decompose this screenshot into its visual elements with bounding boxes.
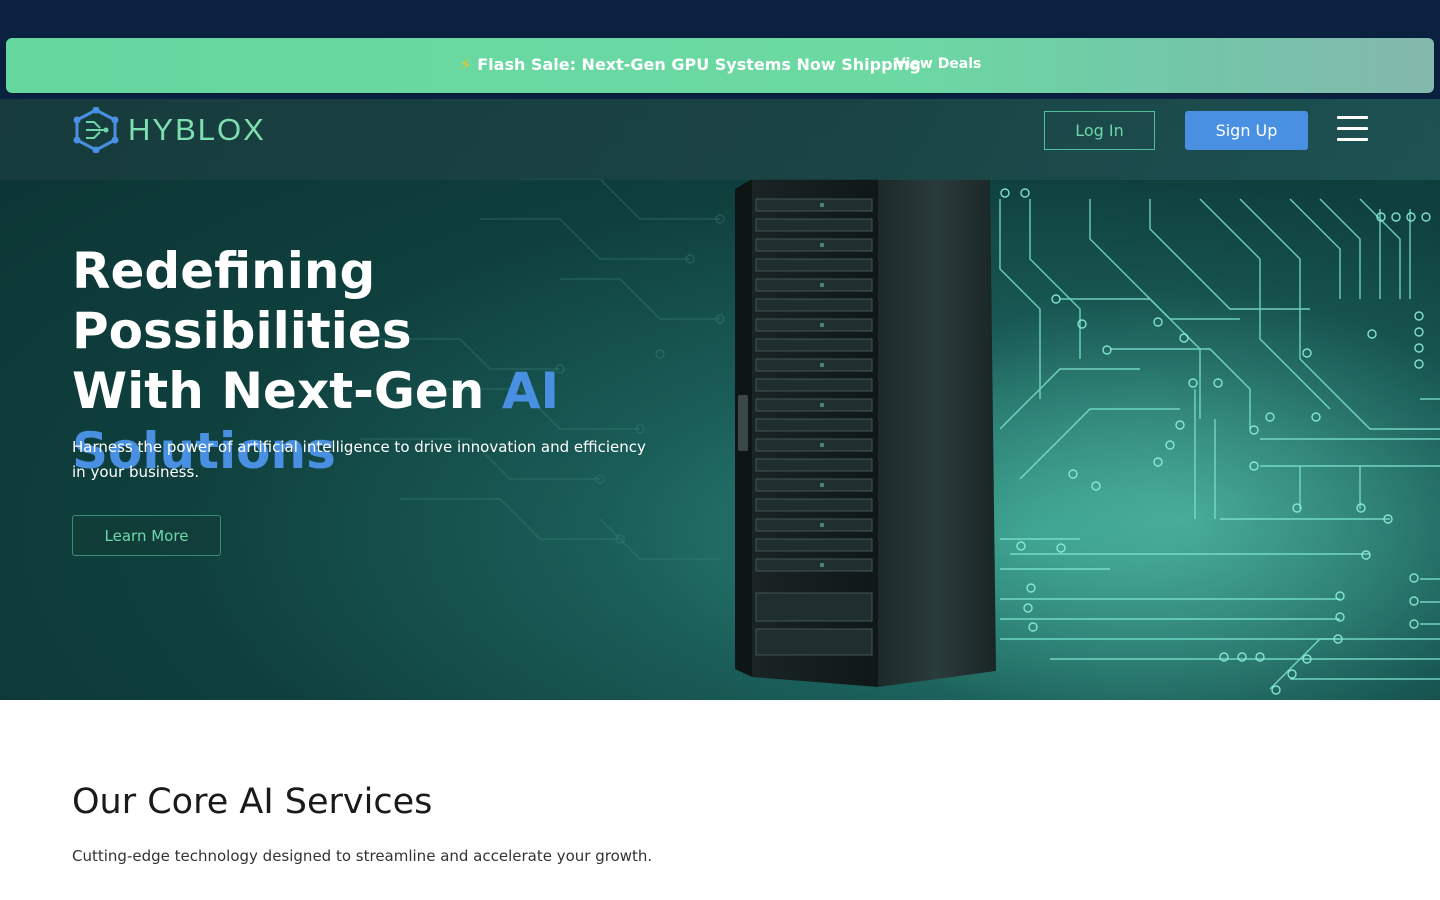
logo-text: HYBLOX	[128, 112, 266, 147]
server-rack-image	[735, 179, 996, 687]
promo-text: Flash Sale: Next-Gen GPU Systems Now Shi…	[477, 55, 921, 74]
login-button[interactable]: Log In	[1044, 111, 1155, 150]
promo-message: ⚡ Flash Sale: Next-Gen GPU Systems Now Sh…	[460, 55, 921, 74]
menu-bar-middle	[1337, 127, 1368, 130]
logo[interactable]: HYBLOX	[72, 107, 266, 153]
promo-banner: ⚡ Flash Sale: Next-Gen GPU Systems Now Sh…	[6, 38, 1434, 93]
menu-bar-top	[1337, 116, 1368, 119]
hamburger-menu-icon[interactable]	[1337, 116, 1368, 144]
hero-section: HYBLOX Log In Sign Up Redefining Possibi…	[0, 99, 1440, 700]
signup-button[interactable]: Sign Up	[1185, 111, 1308, 150]
learn-more-button[interactable]: Learn More	[72, 515, 221, 556]
headline-line-1: Redefining Possibilities	[72, 242, 412, 360]
headline-accent-ai: AI	[501, 362, 560, 420]
lightning-icon: ⚡	[460, 55, 472, 74]
headline-line-2: With Next-Gen	[72, 362, 485, 420]
hyblox-logo-icon	[73, 107, 119, 153]
menu-bar-bottom	[1337, 138, 1368, 141]
services-subtitle: Cutting-edge technology designed to stre…	[72, 847, 653, 865]
view-deals-link[interactable]: View Deals	[895, 56, 981, 72]
services-title: Our Core AI Services	[72, 782, 433, 822]
navbar: HYBLOX Log In Sign Up	[0, 99, 1440, 180]
hero-subtext: Harness the power of artificial intellig…	[72, 438, 646, 481]
